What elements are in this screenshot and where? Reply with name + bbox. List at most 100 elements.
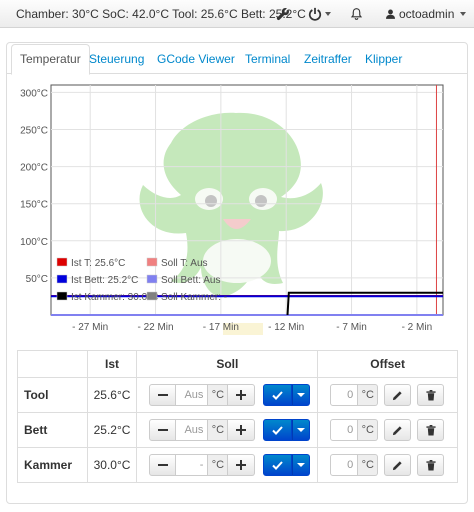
plus-icon (236, 390, 247, 400)
y-tick-label: 250°C (20, 126, 48, 137)
tab-temperatur[interactable]: Temperatur (11, 44, 90, 75)
tab-bar: Temperatur Steuerung GCode Viewer Termin… (7, 43, 467, 75)
temperature-table: Ist Soll Offset Tool 25.6°C Aus °C 0 °C … (17, 350, 458, 483)
trash-icon (426, 389, 436, 401)
chevron-down-icon (297, 463, 306, 467)
decrease-target-button-kammer[interactable] (149, 454, 177, 476)
wrench-icon[interactable] (276, 5, 290, 23)
increase-target-button-kammer[interactable] (228, 454, 256, 476)
x-tick-label: - 7 Min (336, 322, 367, 333)
legend-label: Soll Bett: Aus (161, 275, 220, 286)
row-actual-tool: 25.6°C (86, 377, 138, 413)
legend-swatch (146, 291, 158, 301)
bell-icon[interactable] (350, 5, 363, 23)
soll-control-tool: Aus °C (136, 377, 319, 413)
target-unit-bett: °C (208, 419, 229, 441)
x-tick-label: - 27 Min (72, 322, 108, 333)
row-name-bett: Bett (17, 412, 88, 448)
legend-label: Ist T: 25.6°C (71, 258, 125, 269)
target-input-kammer[interactable]: - (176, 454, 209, 476)
edit-offset-button-kammer[interactable] (384, 454, 412, 476)
pencil-icon (393, 460, 402, 470)
temperature-status: Chamber: 30°C SoC: 42.0°C Tool: 25.6°C B… (16, 7, 306, 21)
main-panel: Temperatur Steuerung GCode Viewer Termin… (6, 42, 468, 504)
x-tick-label: - 2 Min (402, 322, 433, 333)
tab-steuerung[interactable]: Steuerung (81, 45, 152, 74)
offset-input-tool[interactable]: 0 (330, 384, 359, 406)
y-tick-label: 100°C (20, 237, 48, 248)
trash-icon (426, 459, 436, 471)
set-target-button-tool[interactable] (263, 384, 293, 406)
offset-control-bett: 0 °C (317, 412, 458, 448)
plus-icon (236, 425, 247, 435)
increase-target-button-bett[interactable] (228, 419, 256, 441)
power-icon[interactable] (308, 5, 331, 23)
delete-offset-button-tool[interactable] (417, 384, 445, 406)
soll-control-kammer: - °C (136, 447, 319, 483)
decrease-target-button-bett[interactable] (149, 419, 177, 441)
check-icon (272, 425, 284, 435)
increase-target-button-tool[interactable] (228, 384, 256, 406)
delete-offset-button-bett[interactable] (417, 419, 445, 441)
soll-control-bett: Aus °C (136, 412, 319, 448)
pencil-icon (393, 425, 402, 435)
target-input-bett[interactable]: Aus (176, 419, 209, 441)
offset-input-kammer[interactable]: 0 (330, 454, 359, 476)
target-dropdown-button-kammer[interactable] (292, 454, 311, 476)
table-header-ist: Ist (86, 350, 138, 378)
minus-icon (157, 429, 168, 431)
row-actual-kammer: 30.0°C (86, 447, 138, 483)
tab-zeitraffer[interactable]: Zeitraffer (296, 45, 360, 74)
y-tick-label: 50°C (26, 274, 48, 285)
minus-icon (157, 464, 168, 466)
tab-terminal[interactable]: Terminal (237, 45, 298, 74)
edit-offset-button-bett[interactable] (384, 419, 412, 441)
table-row: Kammer 30.0°C - °C 0 °C (17, 447, 458, 483)
trash-icon (426, 424, 436, 436)
legend-swatch (146, 257, 158, 267)
edit-offset-button-tool[interactable] (384, 384, 412, 406)
delete-offset-button-kammer[interactable] (417, 454, 445, 476)
tab-gcode-viewer[interactable]: GCode Viewer (149, 45, 243, 74)
row-name-kammer: Kammer (17, 447, 88, 483)
check-icon (272, 460, 284, 470)
chevron-down-icon (297, 393, 306, 397)
chevron-down-icon (460, 12, 467, 16)
legend-swatch (56, 257, 68, 267)
username: octoadmin (399, 7, 455, 21)
table-row: Bett 25.2°C Aus °C 0 °C (17, 412, 458, 448)
offset-control-tool: 0 °C (317, 377, 458, 413)
table-row: Tool 25.6°C Aus °C 0 °C (17, 377, 458, 413)
offset-unit-kammer: °C (358, 454, 379, 476)
set-target-button-bett[interactable] (263, 419, 293, 441)
user-icon (386, 9, 395, 19)
navbar: Chamber: 30°C SoC: 42.0°C Tool: 25.6°C B… (0, 0, 474, 28)
row-actual-bett: 25.2°C (86, 412, 138, 448)
row-name-tool: Tool (17, 377, 88, 413)
check-icon (272, 390, 284, 400)
offset-unit-tool: °C (358, 384, 379, 406)
target-input-tool[interactable]: Aus (176, 384, 209, 406)
table-header-soll: Soll (136, 350, 319, 378)
tab-klipper[interactable]: Klipper (357, 45, 410, 74)
legend-label: Ist Bett: 25.2°C (71, 275, 138, 286)
chevron-down-icon (297, 428, 306, 432)
offset-unit-bett: °C (358, 419, 379, 441)
x-tick-label: - 12 Min (268, 322, 304, 333)
target-dropdown-button-bett[interactable] (292, 419, 311, 441)
legend-swatch (56, 274, 68, 284)
offset-control-kammer: 0 °C (317, 447, 458, 483)
table-header-name (17, 350, 88, 378)
decrease-target-button-tool[interactable] (149, 384, 177, 406)
y-tick-label: 300°C (20, 88, 48, 99)
plus-icon (236, 460, 247, 470)
user-menu[interactable]: octoadmin (385, 7, 467, 21)
target-unit-tool: °C (208, 384, 229, 406)
chevron-down-icon (325, 12, 331, 16)
set-target-button-kammer[interactable] (263, 454, 293, 476)
pencil-icon (393, 390, 402, 400)
offset-input-bett[interactable]: 0 (330, 419, 359, 441)
target-dropdown-button-tool[interactable] (292, 384, 311, 406)
legend-label: Ist Kammer: 30.0°C (71, 292, 158, 303)
table-header-offset: Offset (317, 350, 458, 378)
